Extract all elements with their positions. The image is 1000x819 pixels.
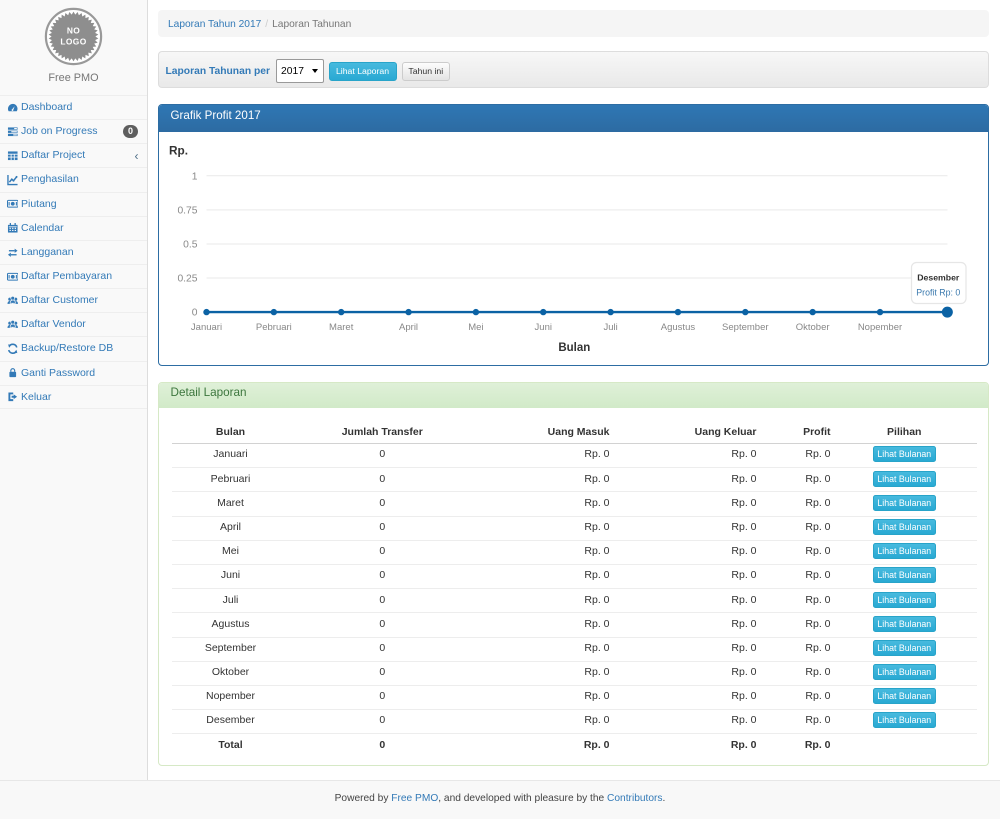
- svg-text:Oktober: Oktober: [796, 322, 830, 333]
- svg-text:0.25: 0.25: [177, 274, 197, 285]
- svg-text:Desember: Desember: [917, 273, 960, 283]
- svg-text:Profit Rp: 0: Profit Rp: 0: [916, 288, 960, 298]
- svg-text:Juni: Juni: [535, 322, 552, 333]
- svg-text:April: April: [399, 322, 418, 333]
- svg-text:NO: NO: [67, 25, 80, 35]
- svg-text:Nopember: Nopember: [858, 322, 902, 333]
- svg-text:Rp.: Rp.: [169, 144, 188, 158]
- svg-text:Pebruari: Pebruari: [256, 322, 292, 333]
- svg-text:Agustus: Agustus: [661, 322, 696, 333]
- svg-text:Maret: Maret: [329, 322, 354, 333]
- svg-text:0.75: 0.75: [177, 205, 197, 216]
- svg-text:Mei: Mei: [468, 322, 483, 333]
- svg-text:0: 0: [192, 308, 198, 319]
- svg-text:0.5: 0.5: [183, 239, 198, 250]
- svg-text:Januari: Januari: [191, 322, 222, 333]
- svg-text:LOGO: LOGO: [60, 36, 86, 46]
- svg-text:Bulan: Bulan: [558, 342, 590, 354]
- svg-text:Juli: Juli: [603, 322, 617, 333]
- svg-text:1: 1: [192, 171, 198, 182]
- svg-text:September: September: [722, 322, 768, 333]
